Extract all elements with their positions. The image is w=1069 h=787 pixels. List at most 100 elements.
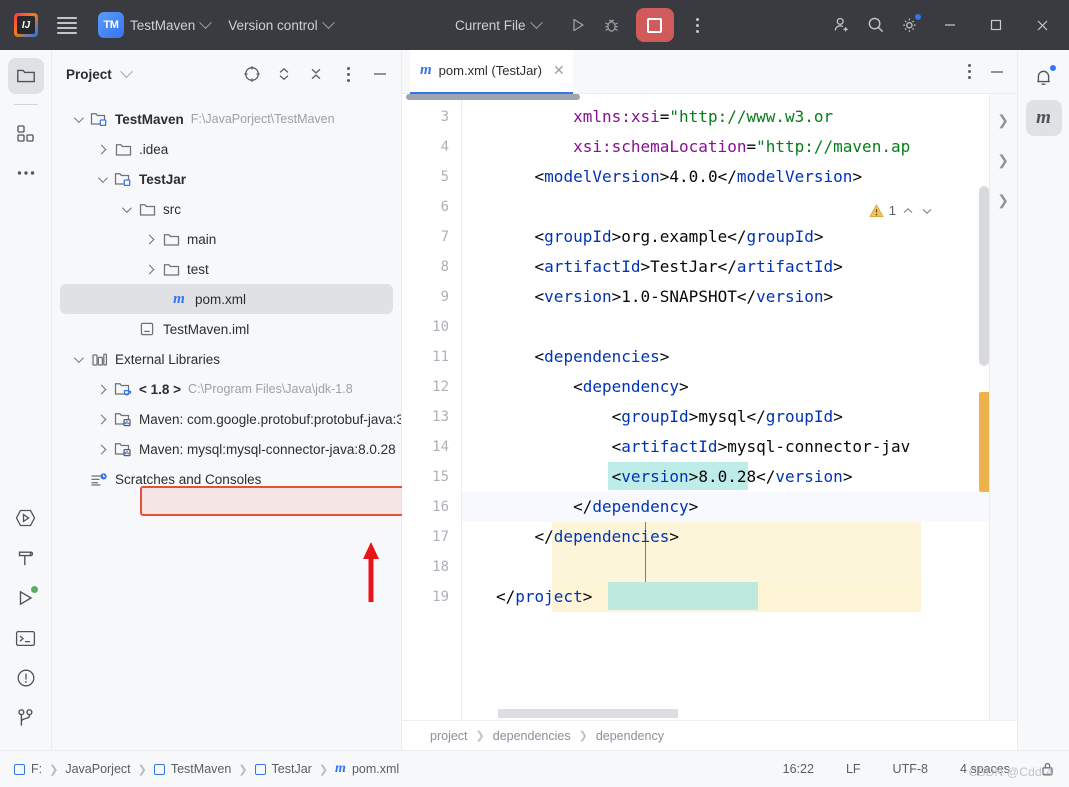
lock-icon[interactable]	[1040, 761, 1055, 777]
code-line-19[interactable]: </project>	[462, 582, 1017, 612]
sidebar-item-project[interactable]	[7, 58, 44, 94]
sidebar-item-more[interactable]	[8, 155, 44, 191]
inspection-widget[interactable]: 1	[865, 202, 937, 219]
hide-editor-button[interactable]	[983, 58, 1011, 86]
code-line-5[interactable]: <modelVersion>4.0.0</modelVersion>	[462, 162, 1017, 192]
tree-row-maven-mysql-mysql-connector-java-8-0-28[interactable]: Maven: mysql:mysql-connector-java:8.0.28	[52, 434, 401, 464]
status-breadcrumb-item[interactable]: F:	[14, 762, 42, 776]
breadcrumb-item[interactable]: project	[430, 729, 468, 743]
sidebar-item-structure[interactable]	[8, 115, 44, 151]
chevron-down-icon[interactable]	[90, 172, 112, 183]
code-line-4[interactable]: xsi:schemaLocation="http://maven.ap	[462, 132, 1017, 162]
stop-button[interactable]	[635, 8, 674, 42]
chevron-down-icon[interactable]	[66, 352, 88, 363]
expand-right-panel-1[interactable]: ❯	[997, 112, 1009, 129]
tree-row-src[interactable]: src	[52, 194, 401, 224]
status-breadcrumb-item[interactable]: JavaPorject	[65, 762, 130, 776]
editor-vertical-scrollbar[interactable]	[979, 186, 989, 366]
chevron-right-icon[interactable]	[90, 384, 112, 394]
chevron-down-icon[interactable]	[119, 64, 133, 78]
code-line-16[interactable]: </dependency>	[462, 492, 1017, 522]
code-line-13[interactable]: <groupId>mysql</groupId>	[462, 402, 1017, 432]
editor-tab-pom-xml[interactable]: m pom.xml (TestJar) ✕	[410, 49, 573, 94]
tree-row-test[interactable]: test	[52, 254, 401, 284]
debug-button[interactable]	[595, 8, 629, 42]
editor-options-button[interactable]	[955, 58, 983, 86]
sidebar-item-build[interactable]	[8, 540, 44, 576]
code-line-8[interactable]: <artifactId>TestJar</artifactId>	[462, 252, 1017, 282]
close-icon[interactable]: ✕	[553, 62, 565, 79]
project-options-button[interactable]	[335, 61, 361, 87]
sidebar-item-run[interactable]	[8, 580, 44, 616]
chevron-right-icon[interactable]	[90, 444, 112, 454]
tree-row-main[interactable]: main	[52, 224, 401, 254]
chevron-up-icon[interactable]	[901, 204, 915, 218]
code-line-15[interactable]: <version>8.0.28</version>	[462, 462, 1017, 492]
indent-setting[interactable]: 4 spaces	[960, 762, 1010, 776]
minimize-window-button[interactable]	[927, 0, 973, 50]
chevron-down-icon[interactable]	[920, 204, 934, 218]
collapse-all-button[interactable]	[303, 61, 329, 87]
project-tree[interactable]: TestMaven F:\JavaPorject\TestMaven .idea Te…	[52, 98, 401, 494]
expand-collapse-button[interactable]	[271, 61, 297, 87]
sidebar-item-notifications[interactable]	[1026, 60, 1062, 96]
chevron-right-icon[interactable]	[90, 414, 112, 424]
editor-horizontal-scrollbar-bottom[interactable]	[498, 709, 678, 718]
editor-breadcrumb[interactable]: project ❯ dependencies ❯ dependency	[402, 720, 1017, 750]
tree-row-scratches-and-consoles[interactable]: Scratches and Consoles	[52, 464, 401, 494]
tree-row-external-libraries[interactable]: External Libraries	[52, 344, 401, 374]
line-separator[interactable]: LF	[846, 762, 861, 776]
chevron-right-icon[interactable]	[138, 234, 160, 244]
code-line-17[interactable]: </dependencies>	[462, 522, 1017, 552]
close-window-button[interactable]	[1019, 0, 1065, 50]
chevron-down-icon[interactable]	[66, 112, 88, 123]
run-configuration-selector[interactable]: Current File	[449, 8, 547, 42]
expand-right-panel-2[interactable]: ❯	[997, 152, 1009, 169]
version-control-widget[interactable]: Version control	[222, 8, 338, 42]
code-line-3[interactable]: xmlns:xsi="http://www.w3.or	[462, 102, 1017, 132]
maximize-window-button[interactable]	[973, 0, 1019, 50]
code-lines[interactable]: xmlns:xsi="http://www.w3.or xsi:schemaLo…	[462, 102, 1017, 612]
code-with-me-button[interactable]	[825, 8, 859, 42]
expand-right-panel-3[interactable]: ❯	[997, 192, 1009, 209]
search-everywhere-button[interactable]	[859, 8, 893, 42]
code-line-12[interactable]: <dependency>	[462, 372, 1017, 402]
code-line-7[interactable]: <groupId>org.example</groupId>	[462, 222, 1017, 252]
project-widget[interactable]: TM TestMaven	[92, 8, 216, 42]
breadcrumb-item[interactable]: dependencies	[493, 729, 571, 743]
caret-position[interactable]: 16:22	[783, 762, 814, 776]
status-breadcrumb-item[interactable]: TestMaven	[153, 762, 231, 776]
sidebar-item-maven[interactable]: m	[1025, 100, 1062, 136]
code-line-9[interactable]: <version>1.0-SNAPSHOT</version>	[462, 282, 1017, 312]
code-content[interactable]: xmlns:xsi="http://www.w3.or xsi:schemaLo…	[462, 94, 1017, 720]
code-line-11[interactable]: <dependencies>	[462, 342, 1017, 372]
chevron-right-icon[interactable]	[138, 264, 160, 274]
settings-button[interactable]	[893, 8, 927, 42]
select-opened-file-button[interactable]	[239, 61, 265, 87]
chevron-down-icon[interactable]	[114, 202, 136, 213]
file-encoding[interactable]: UTF-8	[893, 762, 928, 776]
tree-row-testmaven-iml[interactable]: TestMaven.iml	[52, 314, 401, 344]
code-editor[interactable]: 3 4 5 6 7 8 9 10 11 12 13 14 15 16 17 18 19 xmlns:xsi="h…	[402, 94, 1017, 720]
status-breadcrumb-item[interactable]: m pom.xml	[335, 761, 399, 777]
breadcrumb-item[interactable]: dependency	[596, 729, 664, 743]
editor-horizontal-scrollbar-top[interactable]	[402, 94, 1017, 100]
code-line-18[interactable]	[462, 552, 1017, 582]
code-line-10[interactable]	[462, 312, 1017, 342]
run-button[interactable]	[561, 8, 595, 42]
tree-row-idea[interactable]: .idea	[52, 134, 401, 164]
sidebar-item-run-configurations[interactable]	[8, 500, 44, 536]
tree-row-1-8[interactable]: < 1.8 > C:\Program Files\Java\jdk-1.8	[52, 374, 401, 404]
more-run-actions-button[interactable]	[681, 8, 715, 42]
sidebar-item-version-control[interactable]	[8, 700, 44, 736]
status-breadcrumb[interactable]: F: ❯ JavaPorject ❯ TestMaven ❯ TestJar ❯ m pom.xm…	[14, 761, 399, 777]
sidebar-item-terminal[interactable]	[8, 620, 44, 656]
code-line-14[interactable]: <artifactId>mysql-connector-jav	[462, 432, 1017, 462]
tree-row-maven-com-google-protobuf-protobuf-java-3-11-4[interactable]: Maven: com.google.protobuf:protobuf-java…	[52, 404, 401, 434]
tree-row-testmaven[interactable]: TestMaven F:\JavaPorject\TestMaven	[52, 104, 401, 134]
sidebar-item-problems[interactable]	[8, 660, 44, 696]
tree-row-pom-xml[interactable]: m pom.xml	[60, 284, 393, 314]
chevron-right-icon[interactable]	[90, 144, 112, 154]
main-menu-button[interactable]	[50, 8, 84, 42]
tree-row-testjar[interactable]: TestJar	[52, 164, 401, 194]
